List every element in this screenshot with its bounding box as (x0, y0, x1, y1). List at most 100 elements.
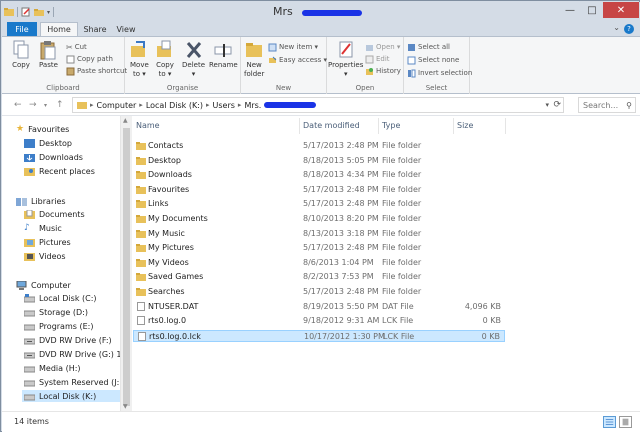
copy-path-button[interactable]: Copy path (66, 54, 113, 64)
maximize-button[interactable]: □ (581, 2, 603, 18)
select-none-button[interactable]: Select none (407, 55, 459, 65)
table-row[interactable]: rts0.log.0.lck 10/17/2012 1:30 PM LCK File… (133, 329, 505, 342)
table-row[interactable]: My Documents 8/10/2013 8:20 PM File folder (133, 213, 505, 225)
column-divider[interactable] (299, 118, 300, 134)
column-divider[interactable] (453, 118, 454, 134)
back-arrow-icon[interactable]: ← (14, 100, 22, 110)
chevron-down-icon[interactable]: ▾ (545, 101, 549, 109)
nav-item-pictures[interactable]: Pictures (24, 236, 71, 248)
table-row[interactable]: Favourites 5/17/2013 2:48 PM File folder (133, 184, 505, 196)
table-row[interactable]: rts0.log.0 9/18/2012 9:31 AM LCK File 0 KB (133, 315, 505, 327)
nav-drive-d[interactable]: Storage (D:) (24, 306, 88, 318)
invert-selection-button[interactable]: Invert selection (407, 68, 472, 78)
history-button[interactable]: History (365, 66, 401, 76)
rename-button[interactable]: Rename (209, 40, 238, 70)
breadcrumb-separator-icon[interactable]: ▸ (139, 101, 143, 109)
tab-file[interactable]: File (7, 22, 37, 36)
open-button[interactable]: Open ▾ (365, 42, 400, 52)
table-row[interactable]: Desktop 8/18/2013 5:05 PM File folder (133, 155, 505, 167)
folder-icon (136, 244, 146, 253)
paste-button[interactable]: Paste (39, 40, 58, 70)
copy-button[interactable]: Copy (12, 40, 30, 70)
column-header-size[interactable]: Size (457, 121, 473, 130)
scrollbar-thumb[interactable] (123, 128, 130, 406)
breadcrumb-separator-icon[interactable]: ▸ (206, 101, 210, 109)
nav-drive-k[interactable]: Local Disk (K:) (22, 390, 120, 402)
move-to-button[interactable]: Move to ▾ (130, 40, 149, 79)
nav-item-desktop[interactable]: Desktop (24, 137, 72, 149)
column-header-name[interactable]: Name (136, 121, 160, 130)
column-divider[interactable] (505, 118, 506, 134)
table-row[interactable]: Contacts 5/17/2013 2:48 PM File folder (133, 140, 505, 152)
column-header-date[interactable]: Date modified (303, 121, 360, 130)
table-row[interactable]: Links 5/17/2013 2:48 PM File folder (133, 198, 505, 210)
column-divider[interactable] (378, 118, 379, 134)
table-row[interactable]: NTUSER.DAT 8/19/2013 5:50 PM DAT File 4,096… (133, 301, 505, 313)
forward-arrow-icon[interactable]: → (29, 100, 37, 110)
edit-button[interactable]: Edit (365, 54, 390, 64)
tab-home[interactable]: Home (40, 22, 78, 36)
file-date-modified: 8/6/2013 1:04 PM (303, 257, 374, 267)
new-item-button[interactable]: New item ▾ (268, 42, 318, 52)
refresh-icon[interactable]: ⟳ (553, 100, 561, 110)
large-icons-view-button[interactable] (619, 416, 632, 428)
nav-computer[interactable]: Computer (16, 279, 71, 291)
table-row[interactable]: Saved Games 8/2/2013 7:53 PM File folder (133, 271, 505, 283)
invert-selection-label: Invert selection (418, 69, 473, 77)
help-icon[interactable]: ? (624, 24, 634, 34)
nav-drive-g[interactable]: DVD RW Drive (G:) 10 (24, 348, 120, 360)
address-bar[interactable]: ▸ Computer ▸ Local Disk (K:) ▸ Users ▸ M… (72, 97, 564, 113)
breadcrumb-local-disk[interactable]: Local Disk (K:) (146, 101, 203, 110)
recent-locations-chevron-icon[interactable]: ▾ (44, 102, 47, 109)
computer-icon (16, 280, 27, 290)
up-arrow-icon[interactable]: ↑ (56, 100, 64, 110)
nav-drive-h[interactable]: Media (H:) (24, 362, 81, 374)
cut-button[interactable]: ✂ Cut (66, 42, 87, 52)
select-none-icon (407, 56, 416, 64)
table-row[interactable]: My Videos 8/6/2013 1:04 PM File folder (133, 257, 505, 269)
nav-item-downloads[interactable]: Downloads (24, 151, 83, 163)
file-size: 4,096 KB (464, 301, 501, 311)
details-view-button[interactable] (603, 416, 616, 428)
chevron-down-icon[interactable]: ⌄ (613, 23, 620, 32)
table-row[interactable]: My Pictures 5/17/2013 2:48 PM File folder (133, 242, 505, 254)
breadcrumb-separator-icon[interactable]: ▸ (238, 101, 242, 109)
breadcrumb-separator-icon[interactable]: ▸ (90, 101, 94, 109)
scroll-down-icon[interactable]: ▼ (123, 403, 128, 410)
scroll-up-icon[interactable]: ▲ (123, 117, 128, 124)
nav-pane-scrollbar[interactable]: ▲ ▼ (120, 116, 132, 411)
delete-button[interactable]: Delete ▾ (182, 40, 205, 79)
column-header-type[interactable]: Type (382, 121, 400, 130)
breadcrumb-users[interactable]: Users (213, 101, 235, 110)
copy-to-icon (157, 40, 171, 57)
table-row[interactable]: Downloads 8/18/2013 4:34 PM File folder (133, 169, 505, 181)
new-folder-icon[interactable] (34, 7, 44, 17)
properties-icon[interactable] (21, 7, 31, 17)
nav-drive-j[interactable]: System Reserved (J:) (24, 376, 120, 388)
nav-drive-f[interactable]: DVD RW Drive (F:) (24, 334, 112, 346)
easy-access-button[interactable]: Easy access ▾ (268, 55, 327, 65)
table-row[interactable]: Searches 5/17/2013 2:48 PM File folder (133, 286, 505, 298)
nav-item-documents[interactable]: Documents (24, 208, 85, 220)
search-input[interactable]: Search... ⚲ (578, 97, 636, 113)
minimize-button[interactable]: — (559, 2, 581, 18)
properties-button[interactable]: Properties ▾ (328, 40, 363, 79)
tab-share[interactable]: Share (80, 22, 110, 36)
tab-view[interactable]: View (112, 22, 140, 36)
breadcrumb-user[interactable]: Mrs. (244, 101, 261, 110)
copy-to-button[interactable]: Copy to ▾ (156, 40, 174, 79)
table-row[interactable]: My Music 8/13/2013 3:18 PM File folder (133, 228, 505, 240)
nav-libraries[interactable]: Libraries (16, 195, 66, 207)
close-button[interactable]: ✕ (603, 2, 639, 18)
nav-item-videos[interactable]: Videos (24, 250, 66, 262)
nav-favourites[interactable]: ★ Favourites (16, 123, 69, 135)
nav-item-recent-places[interactable]: Recent places (24, 165, 95, 177)
chevron-down-icon[interactable]: ▾ (47, 9, 50, 16)
nav-drive-c[interactable]: Local Disk (C:) (24, 292, 97, 304)
select-all-button[interactable]: Select all (407, 42, 450, 52)
nav-drive-e[interactable]: Programs (E:) (24, 320, 93, 332)
paste-shortcut-button[interactable]: Paste shortcut (66, 66, 127, 76)
breadcrumb-computer[interactable]: Computer (97, 101, 137, 110)
new-folder-button[interactable]: New folder (244, 40, 264, 79)
nav-item-music[interactable]: ♪ Music (24, 222, 62, 234)
